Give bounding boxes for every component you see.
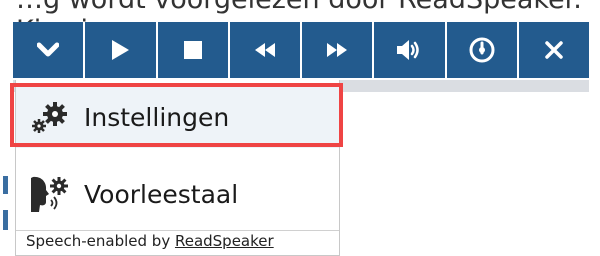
rewind-button[interactable] [229, 22, 302, 78]
play-button[interactable] [85, 22, 158, 78]
menu-toggle-button[interactable] [13, 22, 86, 78]
rewind-icon [254, 43, 275, 57]
stop-icon [183, 41, 202, 59]
readspeaker-toolbar [13, 22, 589, 78]
volume-icon [397, 40, 420, 60]
cropped-text-snippet: …g wordt voorgelezen door ReadSpeaker. K… [0, 0, 600, 22]
menu-footer: Speech-enabled by ReadSpeaker [26, 228, 274, 254]
menu-item-label: Voorleestaal [84, 179, 239, 209]
speed-icon [469, 37, 495, 63]
volume-button[interactable] [374, 22, 447, 78]
close-button[interactable] [518, 22, 589, 78]
speed-button[interactable] [446, 22, 519, 78]
stop-button[interactable] [157, 22, 230, 78]
menu-item-voice-language[interactable]: Voorleestaal [16, 160, 339, 228]
cropped-text: …g wordt voorgelezen door ReadSpeaker. K… [16, 0, 600, 22]
close-icon [545, 41, 563, 59]
chevron-down-icon [37, 42, 60, 57]
highlight-box [10, 83, 343, 147]
readspeaker-link[interactable]: ReadSpeaker [175, 232, 274, 250]
play-icon [112, 40, 130, 60]
fast-forward-icon [327, 43, 348, 57]
fast-forward-button[interactable] [302, 22, 375, 78]
speaking-head-gear-icon [20, 174, 80, 214]
footer-text: Speech-enabled by [26, 232, 175, 250]
